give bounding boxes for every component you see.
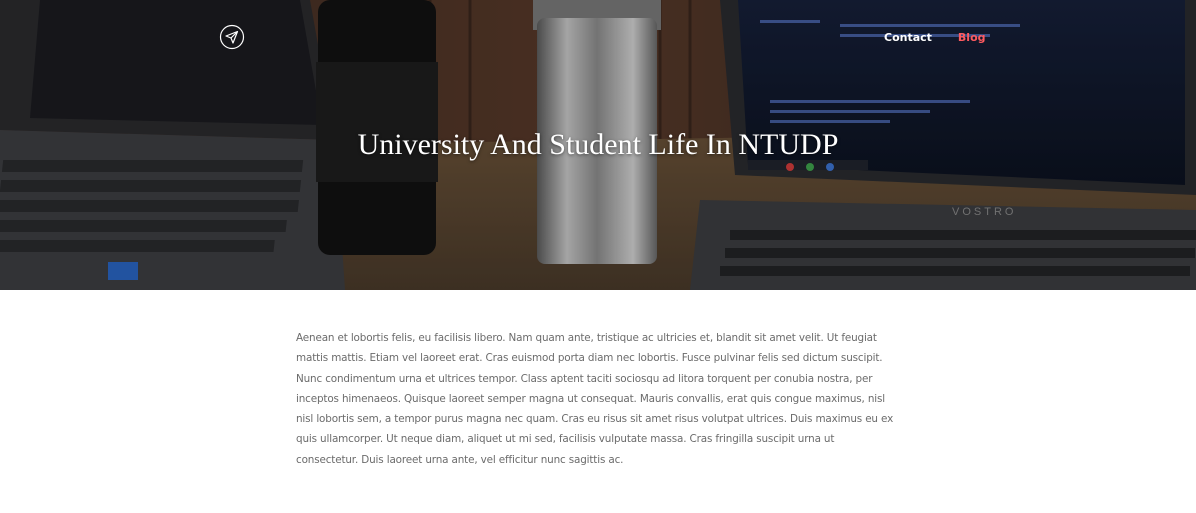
nav-blog-link[interactable]: Blog xyxy=(958,31,986,44)
article-body: Aenean et lobortis felis, eu facilisis l… xyxy=(296,332,894,466)
page-title: University And Student Life In NTUDP xyxy=(357,128,839,161)
paper-plane-logo-icon[interactable] xyxy=(219,24,245,50)
nav-contact-link[interactable]: Contact xyxy=(884,31,932,44)
main-nav: Contact Blog xyxy=(884,31,986,44)
hero-banner: VOSTRO Contact Blog University And Stude… xyxy=(0,0,1196,290)
